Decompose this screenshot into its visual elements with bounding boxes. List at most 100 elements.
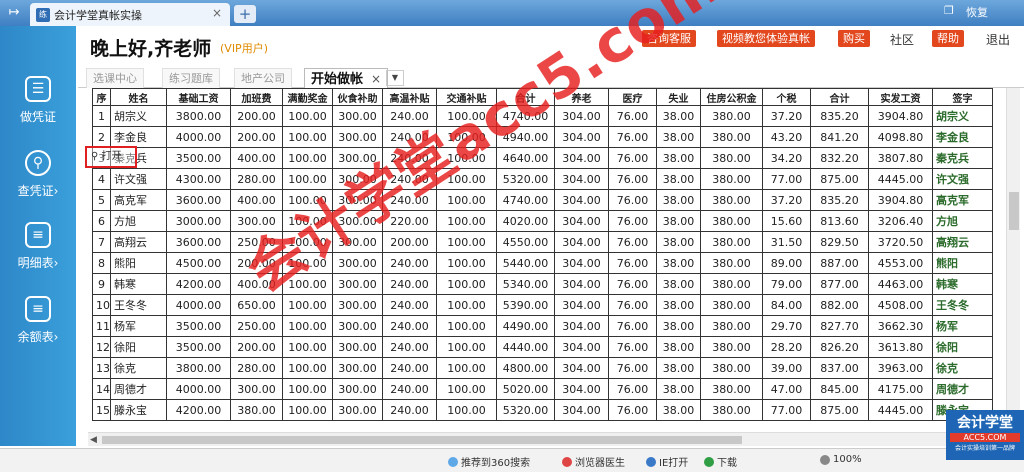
table-cell[interactable]: 76.00 (608, 105, 657, 127)
table-cell[interactable]: 12 (92, 336, 111, 358)
table-cell[interactable]: 76.00 (608, 210, 657, 232)
table-cell[interactable]: 熊阳 (932, 252, 993, 274)
table-cell[interactable]: 380.00 (700, 315, 763, 337)
table-cell[interactable]: 240.00 (382, 147, 437, 169)
table-cell[interactable]: 304.00 (554, 105, 609, 127)
table-cell[interactable]: 3720.50 (868, 231, 933, 253)
table-cell[interactable]: 5340.00 (496, 273, 555, 295)
table-cell[interactable]: 100.00 (436, 315, 497, 337)
table-cell[interactable]: 4740.00 (496, 189, 555, 211)
table-cell[interactable]: 835.20 (810, 189, 869, 211)
table-cell[interactable]: 380.00 (700, 210, 763, 232)
table-cell[interactable]: 4440.00 (496, 336, 555, 358)
table-cell[interactable]: 4000.00 (166, 126, 231, 148)
new-tab-button[interactable]: + (234, 5, 256, 23)
table-cell[interactable]: 400.00 (230, 273, 283, 295)
table-cell[interactable]: 380.00 (700, 147, 763, 169)
table-cell[interactable]: 76.00 (608, 357, 657, 379)
scroll-left-icon[interactable]: ◀ (90, 433, 97, 447)
logout-link[interactable]: 退出 (986, 31, 1010, 48)
table-cell[interactable]: 38.00 (656, 189, 701, 211)
table-cell[interactable]: 37.20 (762, 105, 811, 127)
table-cell[interactable]: 许文强 (110, 168, 167, 190)
table-cell[interactable]: 韩寒 (110, 273, 167, 295)
table-cell[interactable]: 3600.00 (166, 189, 231, 211)
table-cell[interactable]: 4200.00 (166, 273, 231, 295)
table-cell[interactable]: 43.20 (762, 126, 811, 148)
table-cell[interactable]: 240.00 (382, 105, 437, 127)
table-cell[interactable]: 813.60 (810, 210, 869, 232)
table-cell[interactable]: 76.00 (608, 315, 657, 337)
table-cell[interactable]: 2 (92, 126, 111, 148)
table-cell[interactable]: 3500.00 (166, 336, 231, 358)
table-cell[interactable]: 38.00 (656, 147, 701, 169)
table-cell[interactable]: 高克军 (932, 189, 993, 211)
sidebar-item-balance-sheet[interactable]: ≡ 余额表› (0, 296, 76, 360)
table-cell[interactable]: 304.00 (554, 189, 609, 211)
table-cell[interactable]: 400.00 (230, 189, 283, 211)
table-cell[interactable]: 4000.00 (166, 294, 231, 316)
table-cell[interactable]: 304.00 (554, 252, 609, 274)
table-cell[interactable]: 5020.00 (496, 378, 555, 400)
table-cell[interactable]: 240.00 (382, 294, 437, 316)
tab-start-bookkeeping[interactable]: 开始做帐 × (304, 68, 389, 88)
table-cell[interactable]: 79.00 (762, 273, 811, 295)
window-restore-icon[interactable]: ❐ (944, 4, 954, 17)
horizontal-scrollbar[interactable]: ◀ (88, 432, 948, 446)
table-cell[interactable]: 300.00 (230, 210, 283, 232)
close-icon[interactable]: × (371, 72, 381, 86)
vertical-scrollbar[interactable] (1006, 88, 1020, 428)
table-cell[interactable]: 37.20 (762, 189, 811, 211)
table-cell[interactable]: 300.00 (332, 357, 383, 379)
table-cell[interactable]: 3904.80 (868, 189, 933, 211)
table-cell[interactable]: 100.00 (282, 147, 333, 169)
table-cell[interactable]: 1 (92, 105, 111, 127)
table-cell[interactable]: 877.00 (810, 273, 869, 295)
table-cell[interactable]: 304.00 (554, 273, 609, 295)
table-cell[interactable]: 240.00 (382, 273, 437, 295)
table-cell[interactable]: 徐阳 (110, 336, 167, 358)
table-cell[interactable]: 韩寒 (932, 273, 993, 295)
table-cell[interactable]: 827.70 (810, 315, 869, 337)
table-cell[interactable]: 300.00 (332, 210, 383, 232)
table-cell[interactable]: 38.00 (656, 336, 701, 358)
table-cell[interactable]: 832.20 (810, 147, 869, 169)
table-cell[interactable]: 4445.00 (868, 399, 933, 421)
table-cell[interactable]: 38.00 (656, 105, 701, 127)
table-cell[interactable]: 76.00 (608, 168, 657, 190)
table-cell[interactable]: 10 (92, 294, 111, 316)
table-cell[interactable]: 徐阳 (932, 336, 993, 358)
table-cell[interactable]: 240.00 (382, 378, 437, 400)
table-cell[interactable]: 王冬冬 (932, 294, 993, 316)
table-cell[interactable]: 300.00 (332, 231, 383, 253)
table-cell[interactable]: 300.00 (332, 336, 383, 358)
table-cell[interactable]: 5 (92, 189, 111, 211)
table-cell[interactable]: 4940.00 (496, 126, 555, 148)
table-cell[interactable]: 100.00 (282, 189, 333, 211)
window-restore-label[interactable]: 恢复 (966, 4, 988, 20)
table-cell[interactable]: 5320.00 (496, 399, 555, 421)
table-cell[interactable]: 100.00 (282, 105, 333, 127)
table-cell[interactable]: 15.60 (762, 210, 811, 232)
table-cell[interactable]: 304.00 (554, 210, 609, 232)
table-cell[interactable]: 380.00 (700, 126, 763, 148)
table-cell[interactable]: 300.00 (332, 378, 383, 400)
table-cell[interactable]: 250.00 (230, 315, 283, 337)
table-cell[interactable]: 100.00 (282, 357, 333, 379)
table-cell[interactable]: 380.00 (700, 168, 763, 190)
table-cell[interactable]: 100.00 (436, 378, 497, 400)
table-cell[interactable]: 38.00 (656, 357, 701, 379)
table-cell[interactable]: 300.00 (230, 378, 283, 400)
close-tab-icon[interactable]: × (212, 6, 222, 20)
table-cell[interactable]: 280.00 (230, 168, 283, 190)
sidebar-item-query-voucher[interactable]: ⚲ 查凭证› (0, 150, 76, 214)
table-cell[interactable]: 304.00 (554, 294, 609, 316)
table-cell[interactable]: 200.00 (230, 336, 283, 358)
table-cell[interactable]: 240.00 (382, 168, 437, 190)
table-cell[interactable]: 5440.00 (496, 252, 555, 274)
table-cell[interactable]: 240.00 (382, 252, 437, 274)
table-cell[interactable]: 3206.40 (868, 210, 933, 232)
table-cell[interactable]: 280.00 (230, 357, 283, 379)
table-cell[interactable]: 秦克兵 (932, 147, 993, 169)
table-cell[interactable]: 76.00 (608, 273, 657, 295)
